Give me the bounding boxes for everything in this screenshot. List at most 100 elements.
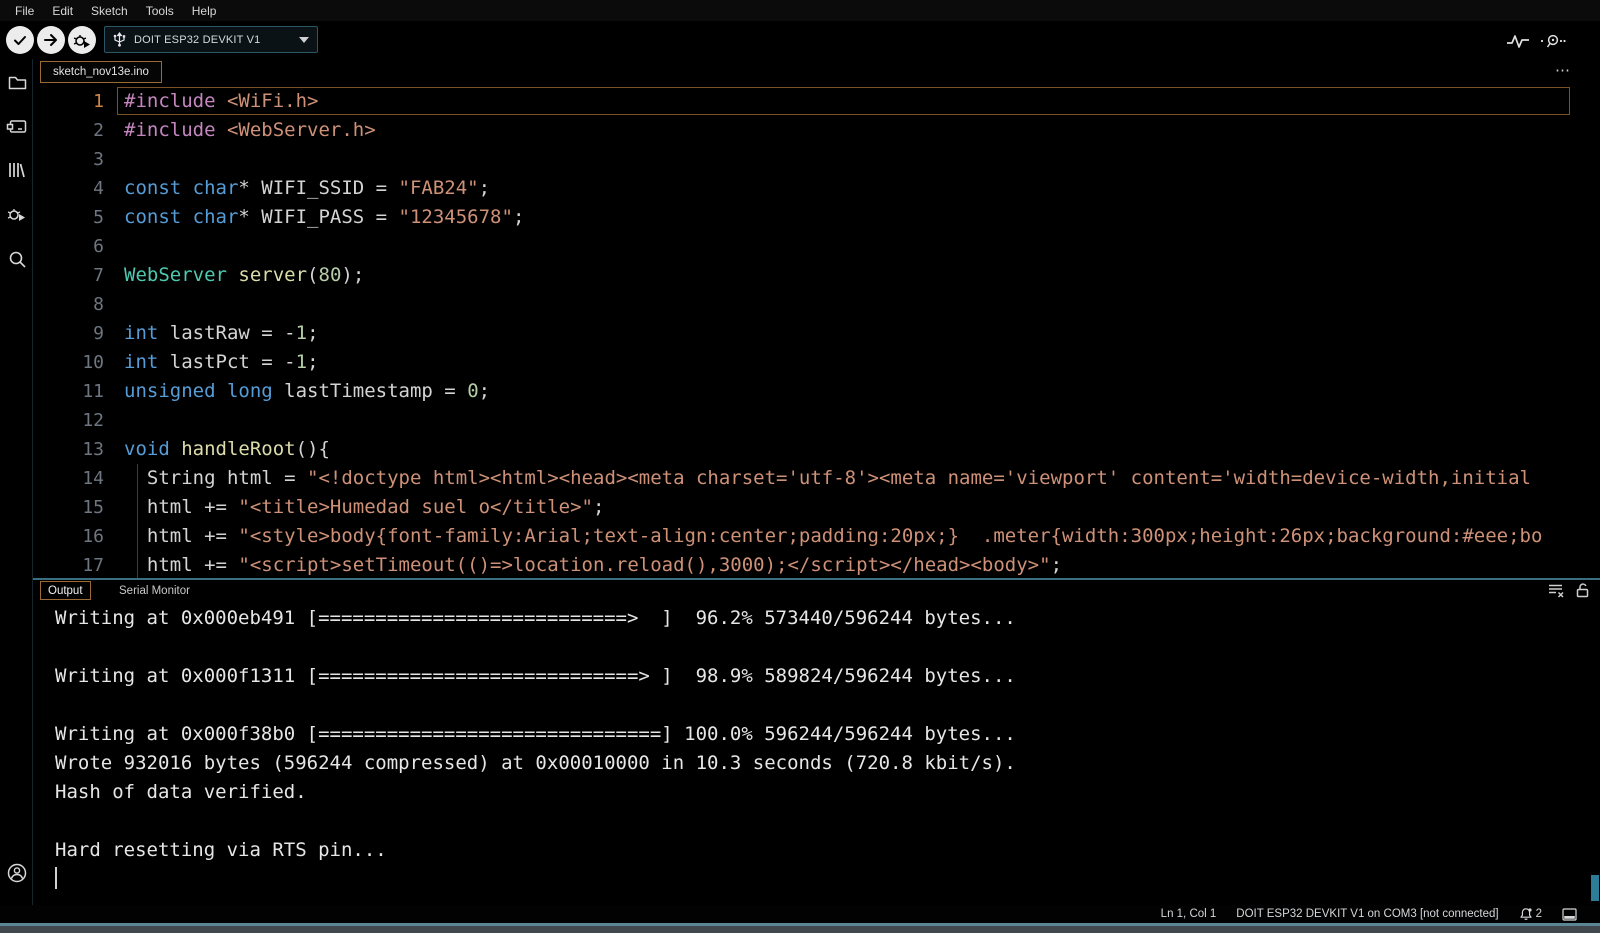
line-number: 9	[93, 323, 104, 344]
menu-item-help[interactable]: Help	[183, 4, 226, 18]
line-number: 7	[93, 265, 104, 286]
main-column: sketch_nov13e.ino ⋯ 1 #include <WiFi.h> 2 #…	[33, 59, 1600, 905]
line-number: 17	[82, 555, 104, 576]
code-line[interactable]: 4 const char* WIFI_SSID = "FAB24";	[33, 174, 1600, 203]
console-line: Hard resetting via RTS pin...	[55, 839, 387, 861]
code-line[interactable]: 16 html += "<style>body{font-family:Aria…	[33, 522, 1600, 551]
code-line[interactable]: 8	[33, 290, 1600, 319]
check-icon	[10, 30, 30, 50]
output-tab-serial-monitor[interactable]: Serial Monitor	[112, 581, 197, 600]
code-line[interactable]: 17 html += "<script>setTimeout(()=>locat…	[33, 551, 1600, 578]
code-line[interactable]: 15 html += "<title>Humedad suel o</title…	[33, 493, 1600, 522]
code-text: void handleRoot(){	[124, 438, 330, 460]
code-text: const char* WIFI_PASS = "12345678";	[124, 206, 525, 228]
bell-icon	[1519, 907, 1533, 921]
line-number: 6	[93, 236, 104, 257]
console-line: Writing at 0x000eb491 [=================…	[55, 607, 1016, 629]
sidebar-item-sketchbook[interactable]	[5, 70, 29, 94]
console-line: Wrote 932016 bytes (596244 compressed) a…	[55, 752, 1016, 774]
code-line[interactable]: 13 void handleRoot(){	[33, 435, 1600, 464]
folder-icon	[7, 72, 28, 93]
board-selector-label: DOIT ESP32 DEVKIT V1	[134, 33, 261, 46]
code-line[interactable]: 1 #include <WiFi.h>	[33, 87, 1600, 116]
debug-button[interactable]	[68, 26, 96, 54]
usb-icon	[113, 32, 126, 47]
indent-guide	[137, 464, 138, 578]
clear-output-icon[interactable]	[1547, 582, 1565, 598]
code-text: WebServer server(80);	[124, 264, 365, 286]
code-text: #include <WiFi.h>	[124, 90, 319, 112]
code-text: unsigned long lastTimestamp = 0;	[124, 380, 491, 402]
more-actions-icon[interactable]: ⋯	[1555, 61, 1572, 79]
console-cursor	[55, 867, 57, 889]
code-editor[interactable]: 1 #include <WiFi.h> 2 #include <WebServer.h…	[33, 86, 1600, 578]
line-number: 8	[93, 294, 104, 315]
line-number: 5	[93, 207, 104, 228]
bottom-strip	[0, 926, 1600, 933]
code-line[interactable]: 3	[33, 145, 1600, 174]
line-number: 14	[82, 468, 104, 489]
line-number: 15	[82, 497, 104, 518]
unlock-icon[interactable]	[1575, 582, 1590, 598]
sidebar-item-boards-manager[interactable]	[5, 114, 29, 138]
line-number: 2	[93, 120, 104, 141]
board-selector-dropdown[interactable]: DOIT ESP32 DEVKIT V1	[104, 26, 318, 53]
menu-item-tools[interactable]: Tools	[137, 4, 183, 18]
code-line[interactable]: 5 const char* WIFI_PASS = "12345678";	[33, 203, 1600, 232]
code-line[interactable]: 11 unsigned long lastTimestamp = 0;	[33, 377, 1600, 406]
notifications-button[interactable]: 2	[1519, 907, 1542, 921]
status-bar: Ln 1, Col 1 DOIT ESP32 DEVKIT V1 on COM3…	[0, 905, 1600, 923]
tab-sketch-file[interactable]: sketch_nov13e.ino	[40, 61, 162, 83]
magnifier-dots-icon	[1540, 32, 1566, 50]
code-text: int lastRaw = -1;	[124, 322, 319, 344]
cursor-position[interactable]: Ln 1, Col 1	[1161, 908, 1217, 920]
line-number: 11	[82, 381, 104, 402]
tab-label: sketch_nov13e.ino	[53, 66, 149, 78]
code-text: html += "<title>Humedad suel o</title>";	[124, 496, 605, 518]
menu-item-sketch[interactable]: Sketch	[82, 4, 137, 18]
line-number: 16	[82, 526, 104, 547]
editor-tab-bar: sketch_nov13e.ino ⋯	[33, 59, 1600, 86]
arrow-right-icon	[41, 30, 61, 50]
console-line: Writing at 0x000f38b0 [=================…	[55, 723, 1016, 745]
activity-bar	[0, 59, 33, 905]
line-number: 1	[93, 91, 104, 112]
menu-item-edit[interactable]: Edit	[43, 4, 82, 18]
toggle-panel-icon[interactable]	[1562, 907, 1577, 921]
output-tab-bar: Output Serial Monitor	[33, 580, 1600, 602]
line-number: 3	[93, 149, 104, 170]
output-panel: Output Serial Monitor Writing at 0x000eb4…	[33, 578, 1600, 905]
chevron-down-icon	[299, 36, 309, 43]
output-scrollbar-thumb[interactable]	[1591, 875, 1599, 901]
code-line[interactable]: 2 #include <WebServer.h>	[33, 116, 1600, 145]
line-number: 10	[82, 352, 104, 373]
code-line[interactable]: 12	[33, 406, 1600, 435]
code-text: int lastPct = -1;	[124, 351, 319, 373]
code-text: #include <WebServer.h>	[124, 119, 376, 141]
serial-monitor-button[interactable]	[1540, 29, 1566, 53]
menu-bar: File Edit Sketch Tools Help	[0, 0, 1600, 21]
board-connection-status[interactable]: DOIT ESP32 DEVKIT V1 on COM3 [not connec…	[1236, 908, 1498, 920]
output-tab-output[interactable]: Output	[40, 581, 91, 600]
code-line[interactable]: 6	[33, 232, 1600, 261]
code-line[interactable]: 7 WebServer server(80);	[33, 261, 1600, 290]
sidebar-item-library-manager[interactable]	[5, 158, 29, 182]
line-number: 12	[82, 410, 104, 431]
line-number: 13	[82, 439, 104, 460]
bug-play-icon	[72, 30, 92, 50]
toolbar: DOIT ESP32 DEVKIT V1	[0, 21, 1600, 59]
code-line[interactable]: 10 int lastPct = -1;	[33, 348, 1600, 377]
code-text: html += "<script>setTimeout(()=>location…	[124, 554, 1063, 576]
account-button[interactable]	[5, 861, 29, 885]
code-line[interactable]: 14 String html = "<!doctype html><html><…	[33, 464, 1600, 493]
sidebar-item-debug[interactable]	[5, 202, 29, 226]
serial-plotter-button[interactable]	[1505, 29, 1531, 53]
verify-button[interactable]	[6, 26, 34, 54]
upload-button[interactable]	[37, 26, 65, 54]
menu-item-file[interactable]: File	[6, 4, 43, 18]
sidebar-item-search[interactable]	[5, 247, 29, 271]
output-console[interactable]: Writing at 0x000eb491 [=================…	[33, 602, 1600, 905]
code-line[interactable]: 9 int lastRaw = -1;	[33, 319, 1600, 348]
